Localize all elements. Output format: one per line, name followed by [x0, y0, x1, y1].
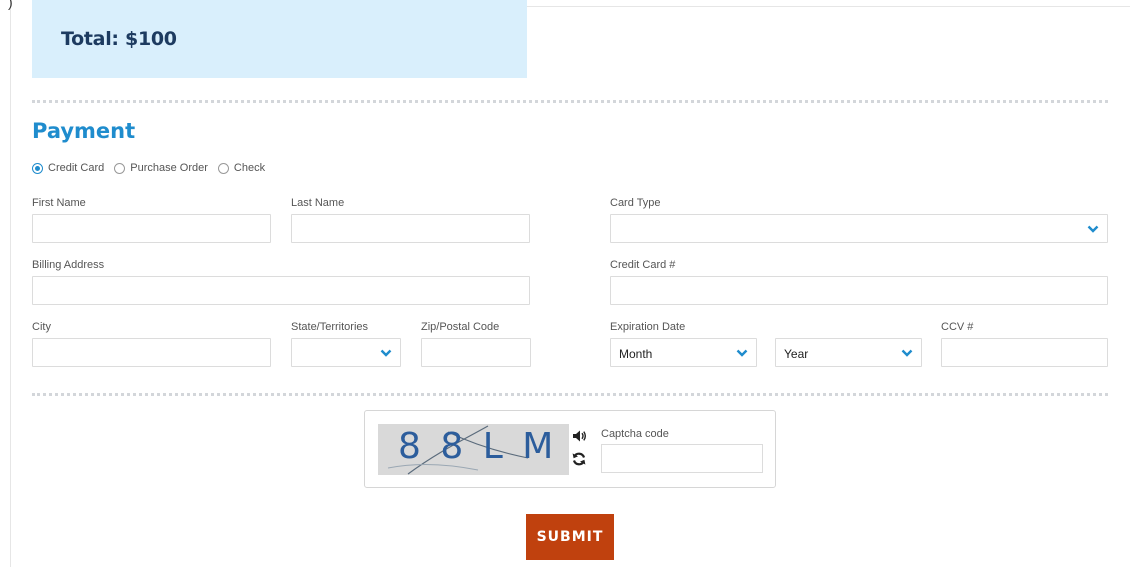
radio-button-check[interactable]: [217, 162, 229, 174]
payment-method-check[interactable]: Check: [217, 162, 266, 174]
speaker-icon[interactable]: [571, 428, 587, 444]
captcha-code-label: Captcha code: [601, 428, 669, 440]
billing-address-label: Billing Address: [32, 259, 105, 271]
section-divider-bottom: [32, 393, 1108, 396]
radio-button-purchase-order[interactable]: [114, 162, 126, 174]
payment-method-label: Credit Card: [48, 162, 105, 174]
payment-method-purchase-order[interactable]: Purchase Order: [114, 162, 208, 174]
order-total-box: Total: $100: [32, 0, 527, 78]
captcha-code-input[interactable]: [602, 445, 762, 472]
first-name-label: First Name: [32, 197, 86, 209]
first-name-input[interactable]: [33, 215, 270, 242]
page-top-border: [527, 6, 1130, 7]
submit-button[interactable]: SUBMIT: [526, 514, 614, 560]
city-input[interactable]: [33, 339, 270, 366]
zip-input[interactable]: [422, 339, 530, 366]
expiration-year-selected: Year: [784, 347, 809, 361]
radio-button-credit-card[interactable]: [32, 162, 43, 174]
order-total: Total: $100: [61, 28, 177, 50]
zip-label: Zip/Postal Code: [421, 321, 500, 333]
refresh-icon[interactable]: [571, 451, 587, 467]
city-label: City: [32, 321, 51, 333]
expiration-year-select[interactable]: Year: [775, 338, 922, 367]
last-name-field[interactable]: [291, 214, 530, 243]
expiration-month-select[interactable]: Month: [610, 338, 757, 367]
payment-method-credit-card[interactable]: Credit Card: [32, 162, 104, 174]
credit-card-number-field[interactable]: [610, 276, 1108, 305]
chevron-down-icon: [901, 349, 913, 357]
ccv-input[interactable]: [942, 339, 1107, 366]
credit-card-number-label: Credit Card #: [610, 259, 676, 271]
captcha-panel: 8 8 L M 8 Captcha code: [364, 410, 776, 488]
ccv-label: CCV #: [941, 321, 974, 333]
captcha-code-field[interactable]: [601, 444, 763, 473]
card-type-label: Card Type: [610, 197, 661, 209]
state-label: State/Territories: [291, 321, 369, 333]
first-name-field[interactable]: [32, 214, 271, 243]
billing-address-input[interactable]: [33, 277, 529, 304]
payment-method-label: Purchase Order: [130, 162, 208, 174]
captcha-image: 8 8 L M 8: [378, 424, 569, 475]
city-field[interactable]: [32, 338, 271, 367]
chevron-down-icon: [1087, 225, 1099, 233]
zip-field[interactable]: [421, 338, 531, 367]
last-name-input[interactable]: [292, 215, 529, 242]
captcha-characters: 8 8 L M 8: [398, 426, 569, 467]
state-select[interactable]: [291, 338, 401, 367]
credit-card-number-input[interactable]: [611, 277, 1107, 304]
section-divider-top: [32, 100, 1108, 103]
ccv-field[interactable]: [941, 338, 1108, 367]
payment-method-group: Credit Card Purchase Order Check: [32, 162, 275, 174]
billing-address-field[interactable]: [32, 276, 530, 305]
payment-heading: Payment: [32, 119, 136, 143]
chevron-down-icon: [736, 349, 748, 357]
corner-bracket: ): [8, 0, 13, 10]
card-type-select[interactable]: [610, 214, 1108, 243]
last-name-label: Last Name: [291, 197, 345, 209]
page-left-border: [10, 0, 11, 567]
chevron-down-icon: [380, 349, 392, 357]
payment-method-label: Check: [233, 162, 266, 174]
expiration-date-label: Expiration Date: [610, 321, 686, 333]
expiration-month-selected: Month: [619, 347, 653, 361]
